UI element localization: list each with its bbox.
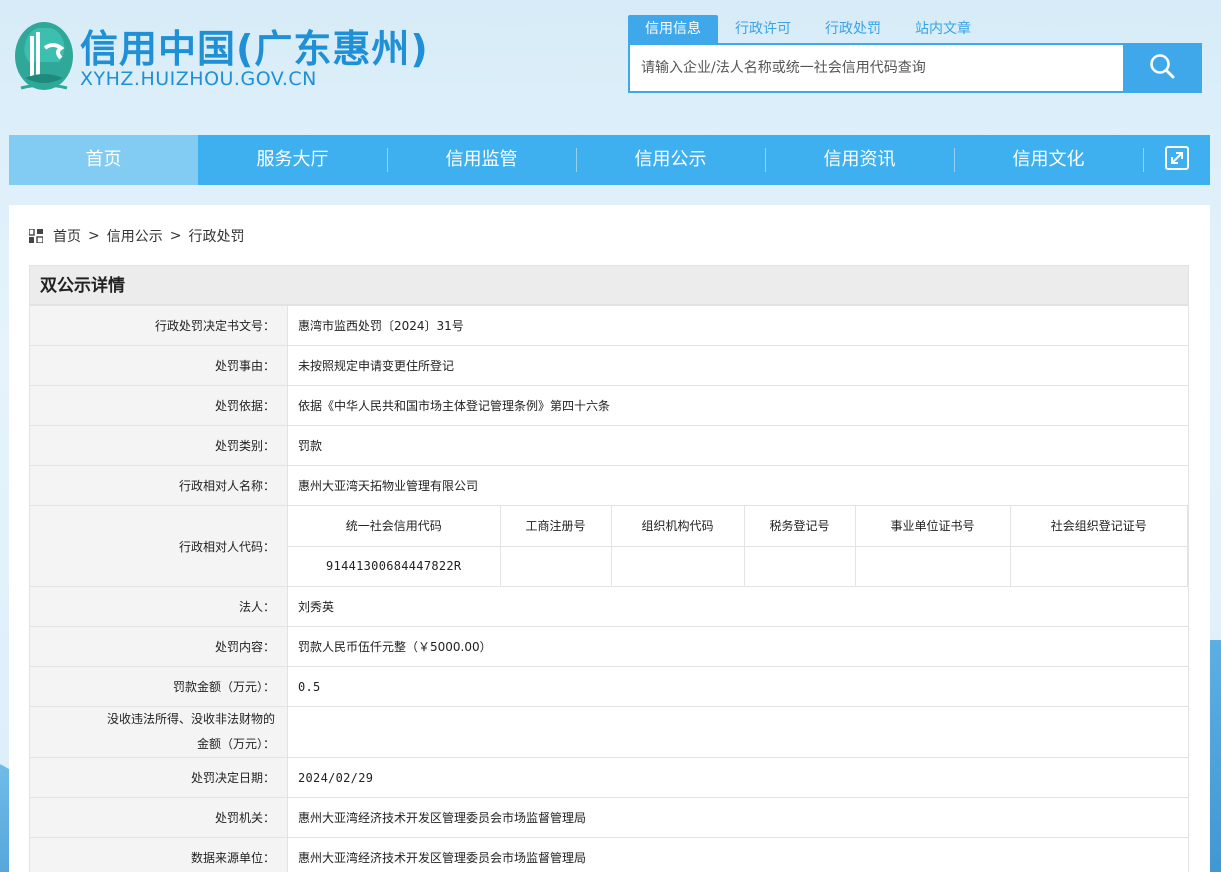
row-label: 处罚决定日期： xyxy=(29,757,288,798)
row-label: 罚款金额（万元）： xyxy=(29,666,288,707)
logo-icon[interactable] xyxy=(13,18,75,96)
codes-value-row: 91441300684447822R xyxy=(288,545,1188,586)
row-label: 处罚机关： xyxy=(29,797,288,838)
codes-table: 统一社会信用代码 工商注册号 组织机构代码 税务登记号 事业单位证书号 社会组织… xyxy=(288,506,1188,586)
codes-header: 组织机构代码 xyxy=(610,506,745,547)
row-label: 没收违法所得、没收非法财物的 金额（万元）： xyxy=(29,706,288,758)
tab-admin-penalty[interactable]: 行政处罚 xyxy=(808,15,898,43)
breadcrumb-separator: > xyxy=(169,228,182,244)
grid-icon xyxy=(29,229,43,243)
tab-site-articles[interactable]: 站内文章 xyxy=(898,15,988,43)
source-value: 惠州大亚湾经济技术开发区管理委员会市场监督管理局 xyxy=(287,837,1189,872)
nav-item-credit-news[interactable]: 信用资讯 xyxy=(765,135,954,185)
breadcrumb-separator: > xyxy=(88,228,100,244)
row-label: 法人： xyxy=(29,586,288,627)
basis-value: 依据《中华人民共和国市场主体登记管理条例》第四十六条 xyxy=(287,385,1189,426)
codes-value xyxy=(610,545,745,586)
table-row: 处罚机关： 惠州大亚湾经济技术开发区管理委员会市场监督管理局 xyxy=(29,797,1189,838)
detail-title: 双公示详情 xyxy=(29,265,1189,305)
table-row: 没收违法所得、没收非法财物的 金额（万元）： xyxy=(29,706,1189,758)
search-input[interactable] xyxy=(630,45,1123,91)
authority-value: 惠州大亚湾经济技术开发区管理委员会市场监督管理局 xyxy=(287,797,1189,838)
table-row: 处罚内容： 罚款人民币伍仟元整（￥5000.00） xyxy=(29,626,1189,667)
row-label: 行政相对人名称： xyxy=(29,465,288,506)
row-label: 行政相对人代码： xyxy=(29,505,288,587)
table-row: 处罚依据： 依据《中华人民共和国市场主体登记管理条例》第四十六条 xyxy=(29,385,1189,426)
codes-value xyxy=(743,545,856,586)
table-row: 行政相对人代码： 统一社会信用代码 工商注册号 组织机构代码 税务登记号 事业单… xyxy=(29,505,1189,587)
row-label: 处罚依据： xyxy=(29,385,288,426)
nav-item-credit-supervision[interactable]: 信用监管 xyxy=(387,135,576,185)
tab-admin-license[interactable]: 行政许可 xyxy=(718,15,808,43)
row-label-line: 金额（万元）： xyxy=(196,737,275,751)
detail-table: 行政处罚决定书文号： 惠湾市监西处罚〔2024〕31号 处罚事由： 未按照规定申… xyxy=(29,305,1189,872)
party-codes-cell: 统一社会信用代码 工商注册号 组织机构代码 税务登记号 事业单位证书号 社会组织… xyxy=(287,505,1189,587)
table-row: 处罚类别： 罚款 xyxy=(29,425,1189,466)
codes-header: 事业单位证书号 xyxy=(854,506,1011,547)
search-tabs: 信用信息 行政许可 行政处罚 站内文章 xyxy=(628,15,988,43)
codes-header: 工商注册号 xyxy=(499,506,612,547)
row-label: 行政处罚决定书文号： xyxy=(29,305,288,346)
fine-amount-value: 0.5 xyxy=(287,666,1189,707)
row-label-line: 没收违法所得、没收非法财物的 xyxy=(106,712,275,726)
category-value: 罚款 xyxy=(287,425,1189,466)
credit-code-value: 91441300684447822R xyxy=(288,545,501,586)
content-value: 罚款人民币伍仟元整（￥5000.00） xyxy=(287,626,1189,667)
codes-header: 社会组织登记证号 xyxy=(1009,506,1188,547)
nav-expand-button[interactable] xyxy=(1143,135,1210,185)
table-row: 处罚事由： 未按照规定申请变更住所登记 xyxy=(29,345,1189,386)
row-label: 处罚事由： xyxy=(29,345,288,386)
row-label: 处罚类别： xyxy=(29,425,288,466)
reason-value: 未按照规定申请变更住所登记 xyxy=(287,345,1189,386)
search-icon xyxy=(1148,52,1176,84)
breadcrumb: 首页 > 信用公示 > 行政处罚 xyxy=(29,227,244,245)
nav-item-credit-culture[interactable]: 信用文化 xyxy=(954,135,1143,185)
row-label: 处罚内容： xyxy=(29,626,288,667)
breadcrumb-current: 行政处罚 xyxy=(188,229,245,245)
nav-item-service-hall[interactable]: 服务大厅 xyxy=(198,135,387,185)
confiscation-value xyxy=(287,706,1189,758)
decision-number-value: 惠湾市监西处罚〔2024〕31号 xyxy=(287,305,1189,346)
decision-date-value: 2024/02/29 xyxy=(287,757,1189,798)
expand-icon xyxy=(1164,145,1190,175)
table-row: 数据来源单位： 惠州大亚湾经济技术开发区管理委员会市场监督管理局 xyxy=(29,837,1189,872)
site-title: 信用中国(广东惠州) xyxy=(80,27,429,71)
content-panel: 首页 > 信用公示 > 行政处罚 双公示详情 行政处罚决定书文号： 惠湾市监西处… xyxy=(9,205,1210,872)
codes-header-row: 统一社会信用代码 工商注册号 组织机构代码 税务登记号 事业单位证书号 社会组织… xyxy=(288,506,1188,547)
nav-item-home[interactable]: 首页 xyxy=(9,135,198,185)
codes-value xyxy=(1009,545,1188,586)
search-button[interactable] xyxy=(1123,45,1200,91)
table-row: 法人： 刘秀英 xyxy=(29,586,1189,627)
site-subtitle: XYHZ.HUIZHOU.GOV.CN xyxy=(80,68,317,90)
nav-item-credit-publicity[interactable]: 信用公示 xyxy=(576,135,765,185)
breadcrumb-credit-publicity[interactable]: 信用公示 xyxy=(107,226,163,246)
search-box xyxy=(628,43,1202,93)
legal-person-value: 刘秀英 xyxy=(287,586,1189,627)
table-row: 罚款金额（万元）： 0.5 xyxy=(29,666,1189,707)
codes-header: 统一社会信用代码 xyxy=(288,506,501,547)
table-row: 行政相对人名称： 惠州大亚湾天拓物业管理有限公司 xyxy=(29,465,1189,506)
party-name-value: 惠州大亚湾天拓物业管理有限公司 xyxy=(287,465,1189,506)
table-row: 行政处罚决定书文号： 惠湾市监西处罚〔2024〕31号 xyxy=(29,305,1189,346)
breadcrumb-home[interactable]: 首页 xyxy=(53,226,81,246)
detail-section: 双公示详情 行政处罚决定书文号： 惠湾市监西处罚〔2024〕31号 处罚事由： … xyxy=(29,265,1189,872)
codes-header: 税务登记号 xyxy=(743,506,856,547)
table-row: 处罚决定日期： 2024/02/29 xyxy=(29,757,1189,798)
row-label: 数据来源单位： xyxy=(29,837,288,872)
site-header: 信用中国(广东惠州) XYHZ.HUIZHOU.GOV.CN 信用信息 行政许可… xyxy=(0,0,1221,130)
tab-credit-info[interactable]: 信用信息 xyxy=(628,15,718,43)
codes-value xyxy=(854,545,1011,586)
codes-value xyxy=(499,545,612,586)
main-nav: 首页 服务大厅 信用监管 信用公示 信用资讯 信用文化 xyxy=(9,135,1210,185)
